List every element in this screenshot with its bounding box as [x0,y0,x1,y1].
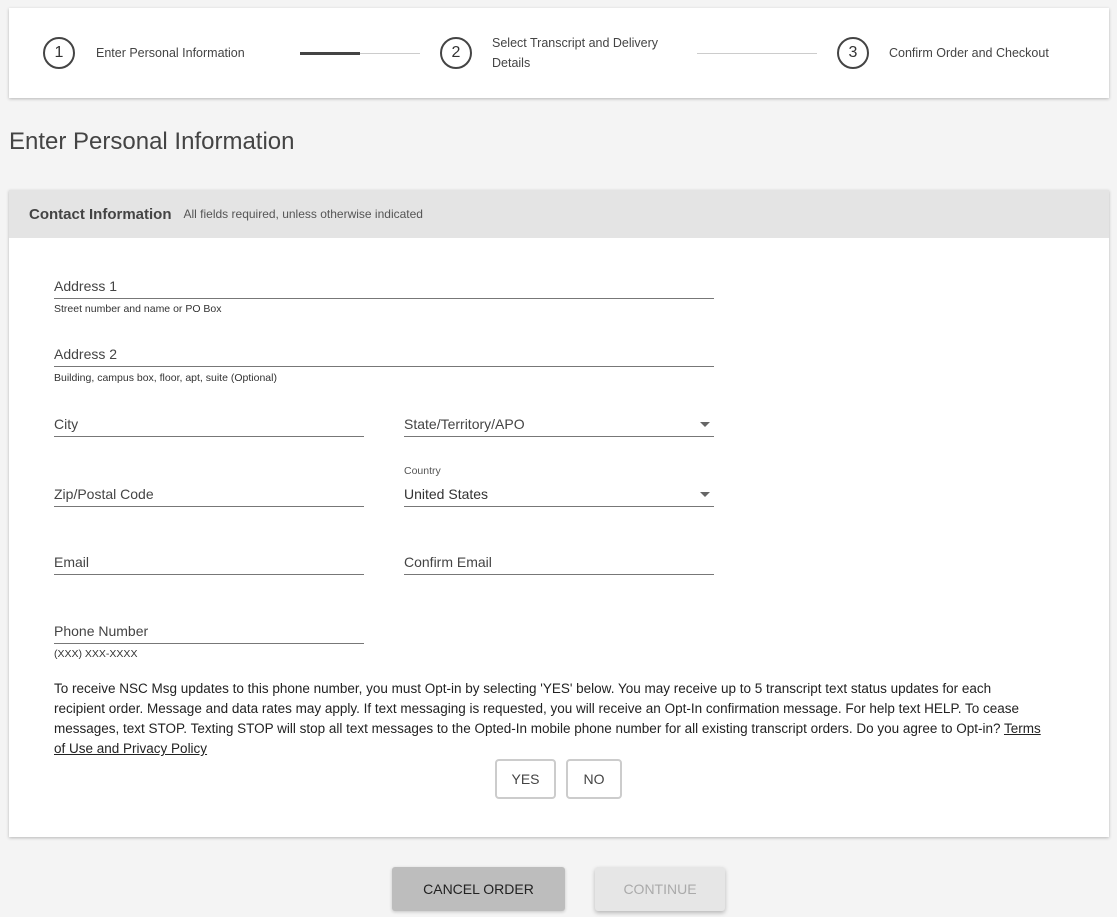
address1-label: Address 1 [54,278,118,294]
contact-information-card: Contact Information All fields required,… [9,190,1109,837]
confirm-email-field[interactable]: Confirm Email [404,551,714,575]
step-connector-1 [300,52,420,55]
zip-field[interactable]: Zip/Postal Code [54,483,364,507]
page-title: Enter Personal Information [9,128,295,155]
address1-hint: Street number and name or PO Box [54,303,222,315]
step-3-number: 3 [837,37,869,69]
optin-yes-button[interactable]: YES [495,759,556,799]
state-label: State/Territory/APO [404,416,525,432]
card-header: Contact Information All fields required,… [9,190,1109,238]
country-value: United States [404,486,489,502]
phone-hint: (XXX) XXX-XXXX [54,648,138,660]
country-select[interactable]: Country United States [404,465,714,507]
address2-label: Address 2 [54,346,118,362]
state-select[interactable]: State/Territory/APO [404,413,714,437]
email-field[interactable]: Email [54,551,364,575]
continue-button[interactable]: CONTINUE [595,867,725,911]
phone-field[interactable]: Phone Number [54,620,364,644]
email-label: Email [54,554,90,570]
optin-no-button[interactable]: NO [566,759,622,799]
optin-text: To receive NSC Msg updates to this phone… [54,681,1019,736]
phone-label: Phone Number [54,623,149,639]
confirm-email-label: Confirm Email [404,554,492,570]
city-label: City [54,416,79,432]
address1-field[interactable]: Address 1 [54,275,714,299]
city-field[interactable]: City [54,413,364,437]
card-title: Contact Information [29,205,172,223]
step-progress-bar [300,52,360,55]
address2-hint: Building, campus box, floor, apt, suite … [54,372,277,384]
card-subtitle: All fields required, unless otherwise in… [183,207,423,221]
progress-stepper: 1 Enter Personal Information 2 Select Tr… [9,8,1109,98]
chevron-down-icon [700,492,710,497]
cancel-order-button[interactable]: CANCEL ORDER [392,867,565,911]
zip-label: Zip/Postal Code [54,486,154,502]
step-2-label: Select Transcript and Delivery Details [492,36,659,70]
chevron-down-icon [700,422,710,427]
step-1-label: Enter Personal Information [96,46,245,60]
address2-field[interactable]: Address 2 [54,343,714,367]
step-1-number: 1 [43,37,75,69]
step-2-number: 2 [440,37,472,69]
step-connector-2 [697,53,817,54]
step-3-label: Confirm Order and Checkout [889,46,1049,60]
country-label: Country [404,465,441,477]
optin-disclaimer: To receive NSC Msg updates to this phone… [54,679,1044,759]
